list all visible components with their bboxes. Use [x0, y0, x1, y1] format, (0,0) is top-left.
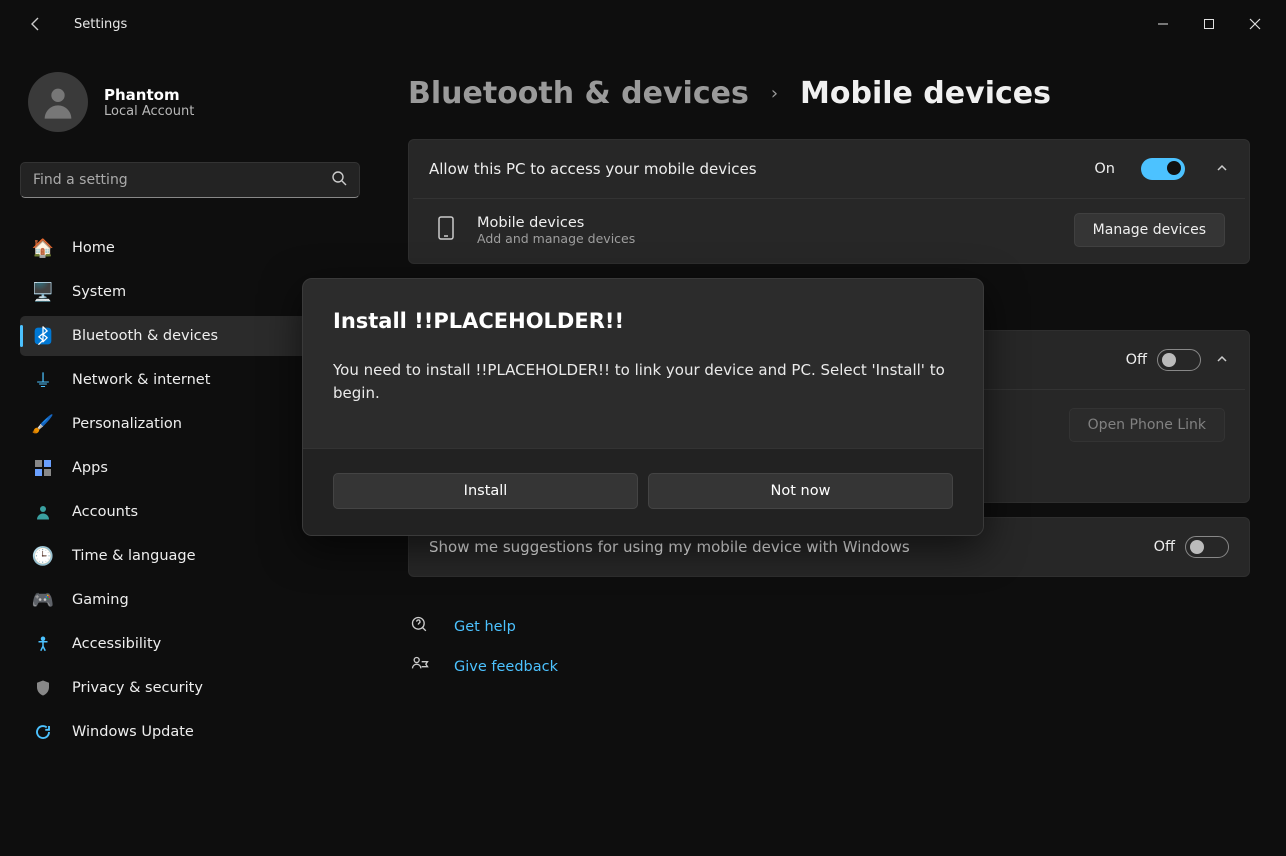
help-icon	[410, 615, 436, 639]
home-icon: 🏠	[32, 237, 54, 259]
back-button[interactable]	[22, 10, 50, 38]
open-phone-link-button[interactable]: Open Phone Link	[1069, 408, 1225, 442]
bluetooth-icon	[32, 325, 54, 347]
nav-accessibility[interactable]: Accessibility	[20, 624, 364, 664]
breadcrumb: Bluetooth & devices › Mobile devices	[408, 76, 1250, 111]
give-feedback-link[interactable]: Give feedback	[410, 647, 1250, 687]
allow-access-label: Allow this PC to access your mobile devi…	[429, 160, 757, 178]
nav-label: Network & internet	[72, 372, 210, 388]
gamepad-icon: 🎮	[32, 589, 54, 611]
nav-label: Time & language	[72, 548, 196, 564]
mobile-devices-subtitle: Add and manage devices	[477, 231, 635, 246]
breadcrumb-parent[interactable]: Bluetooth & devices	[408, 76, 749, 111]
allow-access-header[interactable]: Allow this PC to access your mobile devi…	[409, 140, 1249, 198]
allow-access-card: Allow this PC to access your mobile devi…	[408, 139, 1250, 264]
breadcrumb-current: Mobile devices	[800, 76, 1051, 111]
search-box[interactable]	[20, 162, 360, 198]
not-now-button[interactable]: Not now	[648, 473, 953, 509]
user-name: Phantom	[104, 86, 194, 104]
close-button[interactable]	[1232, 8, 1278, 40]
chevron-up-icon[interactable]	[1215, 160, 1229, 179]
give-feedback-text[interactable]: Give feedback	[454, 659, 558, 675]
maximize-button[interactable]	[1186, 8, 1232, 40]
dialog-body: You need to install !!PLACEHOLDER!! to l…	[333, 359, 953, 404]
window-title: Settings	[74, 17, 127, 32]
nav-label: Bluetooth & devices	[72, 328, 218, 344]
nav-home[interactable]: 🏠 Home	[20, 228, 364, 268]
system-icon: 🖥️	[32, 281, 54, 303]
toggle-state-off: Off	[1154, 539, 1175, 555]
toggle-state-off: Off	[1126, 352, 1147, 368]
phone-icon	[433, 215, 459, 245]
nav-label: Accessibility	[72, 636, 161, 652]
minimize-button[interactable]	[1140, 8, 1186, 40]
search-input[interactable]	[33, 172, 331, 188]
install-button[interactable]: Install	[333, 473, 638, 509]
title-bar: Settings	[0, 0, 1286, 48]
nav-label: Accounts	[72, 504, 138, 520]
nav-gaming[interactable]: 🎮 Gaming	[20, 580, 364, 620]
toggle-state-on: On	[1094, 161, 1115, 177]
accessibility-icon	[32, 633, 54, 655]
chevron-right-icon: ›	[771, 83, 778, 104]
allow-access-toggle[interactable]	[1141, 158, 1185, 180]
phone-link-toggle[interactable]	[1157, 349, 1201, 371]
nav-label: Privacy & security	[72, 680, 203, 696]
shield-icon	[32, 677, 54, 699]
nav-time-language[interactable]: 🕒 Time & language	[20, 536, 364, 576]
install-dialog: Install !!PLACEHOLDER!! You need to inst…	[302, 278, 984, 536]
suggestions-label: Show me suggestions for using my mobile …	[429, 538, 910, 556]
nav-privacy[interactable]: Privacy & security	[20, 668, 364, 708]
get-help-link[interactable]: Get help	[410, 607, 1250, 647]
mobile-devices-row: Mobile devices Add and manage devices Ma…	[413, 198, 1245, 263]
user-type: Local Account	[104, 104, 194, 119]
footer-links: Get help Give feedback	[408, 607, 1250, 687]
apps-icon	[32, 457, 54, 479]
get-help-text[interactable]: Get help	[454, 619, 516, 635]
update-icon	[32, 721, 54, 743]
manage-devices-button[interactable]: Manage devices	[1074, 213, 1225, 247]
nav-label: Home	[72, 240, 115, 256]
avatar	[28, 72, 88, 132]
user-profile[interactable]: Phantom Local Account	[20, 64, 364, 148]
nav-label: Windows Update	[72, 724, 194, 740]
wifi-icon: ⏚	[32, 369, 54, 391]
brush-icon: 🖌️	[32, 413, 54, 435]
search-icon	[331, 170, 347, 190]
nav-label: Personalization	[72, 416, 182, 432]
person-icon	[32, 501, 54, 523]
nav-label: Apps	[72, 460, 108, 476]
nav-windows-update[interactable]: Windows Update	[20, 712, 364, 752]
suggestions-toggle[interactable]	[1185, 536, 1229, 558]
dialog-title: Install !!PLACEHOLDER!!	[333, 309, 953, 333]
mobile-devices-title: Mobile devices	[477, 215, 635, 231]
feedback-icon	[410, 655, 436, 679]
nav-label: System	[72, 284, 126, 300]
clock-icon: 🕒	[32, 545, 54, 567]
nav-label: Gaming	[72, 592, 129, 608]
chevron-up-icon[interactable]	[1215, 351, 1229, 370]
